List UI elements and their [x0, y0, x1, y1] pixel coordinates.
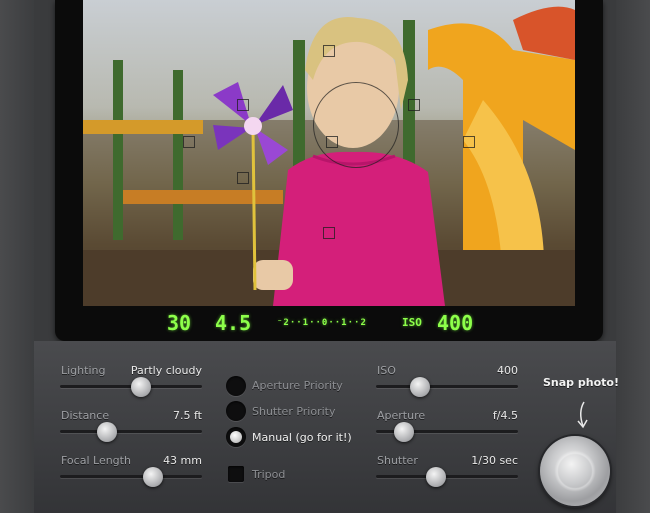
- focal-length-value: 43 mm: [163, 454, 202, 467]
- iso-value: 400: [497, 364, 518, 377]
- aperture-label: Aperture: [377, 409, 426, 422]
- mode-radio-manual[interactable]: [226, 427, 246, 447]
- arrow-down-icon: [577, 401, 588, 429]
- focal-length-slider-track[interactable]: [60, 475, 202, 478]
- mode-radio-aperture-priority[interactable]: [226, 376, 246, 396]
- tripod-checkbox[interactable]: [228, 466, 244, 482]
- af-point: [463, 136, 475, 148]
- iso-label: ISO: [377, 364, 396, 377]
- tripod-label[interactable]: Tripod: [252, 468, 285, 481]
- lighting-slider-thumb[interactable]: [131, 377, 151, 397]
- iso-slider-thumb[interactable]: [410, 377, 430, 397]
- aperture-value: f/4.5: [492, 409, 518, 422]
- distance-slider-thumb[interactable]: [97, 422, 117, 442]
- af-point: [237, 99, 249, 111]
- snap-photo-button[interactable]: [540, 436, 610, 506]
- lcd-iso-readout: 400: [437, 311, 474, 335]
- scene-photo: [83, 0, 575, 306]
- viewfinder: 30 4.5 ⁻2··1··0··1··2 ISO 400: [55, 0, 603, 341]
- mode-label-manual[interactable]: Manual (go for it!): [252, 431, 352, 444]
- snap-photo-label: Snap photo!: [543, 376, 619, 389]
- camera-body-left: [0, 0, 34, 513]
- lcd-shutter-readout: 30: [167, 311, 192, 335]
- af-point: [323, 45, 335, 57]
- mode-label-shutter-priority[interactable]: Shutter Priority: [252, 405, 336, 418]
- lighting-label: Lighting: [61, 364, 106, 377]
- shutter-slider-thumb[interactable]: [426, 467, 446, 487]
- shutter-slider-track[interactable]: [376, 475, 518, 478]
- af-point: [408, 99, 420, 111]
- lighting-value: Partly cloudy: [130, 364, 202, 377]
- distance-value: 7.5 ft: [173, 409, 202, 422]
- aperture-slider-thumb[interactable]: [394, 422, 414, 442]
- lcd-aperture-readout: 4.5: [215, 311, 252, 335]
- distance-label: Distance: [61, 409, 110, 422]
- af-point: [183, 136, 195, 148]
- mode-label-aperture-priority[interactable]: Aperture Priority: [252, 379, 343, 392]
- mode-radio-shutter-priority[interactable]: [226, 401, 246, 421]
- distance-slider-track[interactable]: [60, 430, 202, 433]
- focal-length-slider-thumb[interactable]: [143, 467, 163, 487]
- iso-slider-track[interactable]: [376, 385, 518, 388]
- lcd-iso-label: ISO: [402, 316, 422, 329]
- shutter-value: 1/30 sec: [471, 454, 518, 467]
- focus-circle: [313, 82, 399, 168]
- lcd-exposure-meter: ⁻2··1··0··1··2: [277, 318, 367, 328]
- shutter-label: Shutter: [377, 454, 418, 467]
- camera-body-right: [616, 0, 650, 513]
- af-point: [237, 172, 249, 184]
- af-point: [323, 227, 335, 239]
